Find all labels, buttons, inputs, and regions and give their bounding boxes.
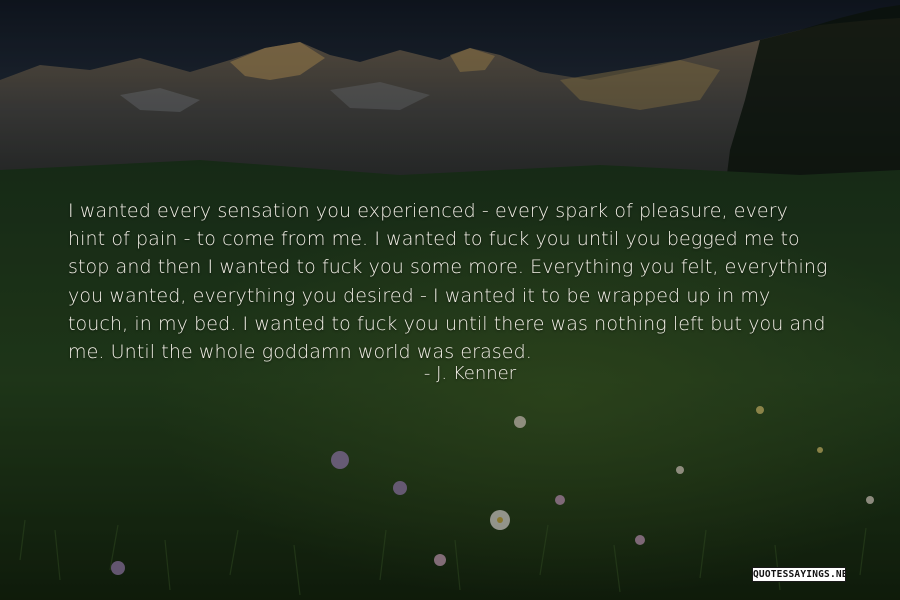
quote-line: me. Until the whole goddamn world was er… bbox=[68, 341, 532, 364]
quote-image: I wanted every sensation you experienced… bbox=[0, 0, 900, 600]
quote-author: - J. Kenner bbox=[423, 363, 517, 384]
quote-line: stop and then I wanted to fuck you some … bbox=[68, 256, 828, 279]
site-watermark: QUOTESSAYINGS.NET bbox=[752, 567, 846, 582]
quote-line: touch, in my bed. I wanted to fuck you u… bbox=[68, 312, 826, 335]
quote-line: I wanted every sensation you experienced… bbox=[68, 200, 788, 222]
quote-text: I wanted every sensation you experienced… bbox=[68, 197, 858, 366]
quote-line: hint of pain - to come from me. I wanted… bbox=[68, 228, 800, 251]
quote-line: you wanted, everything you desired - I w… bbox=[68, 284, 771, 307]
